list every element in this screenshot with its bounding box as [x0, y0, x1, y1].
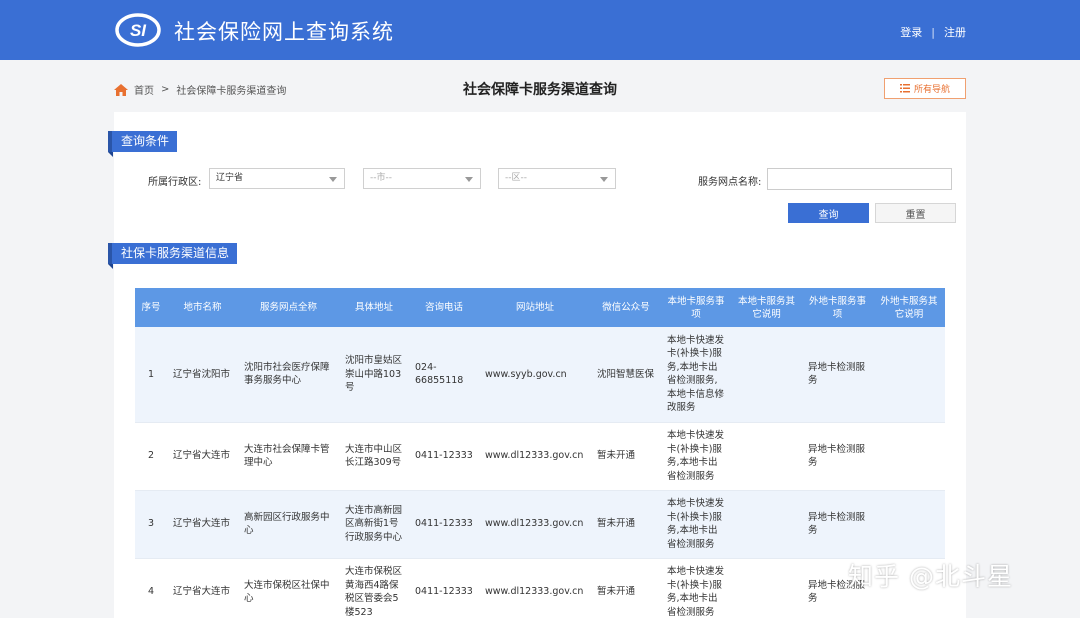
district-select[interactable]: --区-- — [498, 168, 616, 189]
cell-index: 2 — [135, 422, 167, 491]
col-header: 本地卡服务事项 — [661, 288, 731, 327]
auth-separator: | — [931, 26, 935, 39]
all-navigation-label: 所有导航 — [913, 85, 950, 95]
cell-website[interactable]: www.dl12333.gov.cn — [479, 422, 591, 491]
cell-address: 大连市高新园区高新街1号行政服务中心 — [339, 490, 409, 559]
login-link[interactable]: 登录 — [900, 26, 922, 39]
cell-wechat: 暂未开通 — [591, 422, 661, 491]
cell-local-services: 本地卡快速发卡(补换卡)服务,本地卡出省检测服务 — [661, 558, 731, 618]
table-row: 4 辽宁省大连市 大连市保税区社保中心 大连市保税区黄海西4路保税区管委会5楼5… — [135, 558, 945, 618]
cell-city: 辽宁省大连市 — [167, 558, 238, 618]
col-header: 微信公众号 — [591, 288, 661, 327]
col-header: 序号 — [135, 288, 167, 327]
cell-local-notes — [731, 422, 802, 491]
cell-index: 4 — [135, 558, 167, 618]
cell-city: 辽宁省沈阳市 — [167, 327, 238, 423]
table-header-row: 序号 地市名称 服务网点全称 具体地址 咨询电话 网站地址 微信公众号 本地卡服… — [135, 288, 945, 327]
cell-phone: 0411-12333 — [409, 558, 479, 618]
table-row: 1 辽宁省沈阳市 沈阳市社会医疗保障事务服务中心 沈阳市皇姑区崇山中路103号 … — [135, 327, 945, 423]
cell-index: 3 — [135, 490, 167, 559]
outlet-name-input[interactable] — [767, 168, 952, 190]
province-value: 辽宁省 — [216, 173, 244, 183]
cell-outlet: 高新园区行政服务中心 — [238, 490, 339, 559]
cell-index: 1 — [135, 327, 167, 423]
table-row: 2 辽宁省大连市 大连市社会保障卡管理中心 大连市中山区长江路309号 0411… — [135, 422, 945, 491]
cell-remote-notes — [873, 327, 945, 423]
results-section-tag: 社保卡服务渠道信息 — [108, 243, 238, 264]
cell-city: 辽宁省大连市 — [167, 422, 238, 491]
cell-local-notes — [731, 327, 802, 423]
reset-button[interactable]: 重置 — [875, 203, 956, 223]
cell-phone: 0411-12333 — [409, 422, 479, 491]
col-header: 服务网点全称 — [238, 288, 339, 327]
query-button[interactable]: 查询 — [788, 203, 869, 223]
province-select[interactable]: 辽宁省 — [209, 168, 345, 189]
cell-address: 沈阳市皇姑区崇山中路103号 — [339, 327, 409, 423]
col-header: 具体地址 — [339, 288, 409, 327]
query-section-tag: 查询条件 — [108, 131, 178, 152]
table-row: 3 辽宁省大连市 高新园区行政服务中心 大连市高新园区高新街1号行政服务中心 0… — [135, 490, 945, 559]
app-title: 社会保险网上查询系统 — [174, 20, 394, 44]
cell-wechat: 暂未开通 — [591, 558, 661, 618]
top-bar: SI 社会保险网上查询系统 登录 | 注册 — [0, 0, 1080, 60]
col-header: 咨询电话 — [409, 288, 479, 327]
cell-address: 大连市保税区黄海西4路保税区管委会5楼523 — [339, 558, 409, 618]
col-header: 本地卡服务其它说明 — [731, 288, 802, 327]
cell-local-services: 本地卡快速发卡(补换卡)服务,本地卡出省检测服务,本地卡信息修改服务 — [661, 327, 731, 423]
cell-outlet: 沈阳市社会医疗保障事务服务中心 — [238, 327, 339, 423]
city-select[interactable]: --市-- — [363, 168, 481, 189]
all-navigation-button[interactable]: 所有导航 — [884, 78, 966, 99]
cell-remote-services: 异地卡检测服务 — [802, 327, 873, 423]
watermark: 知乎 @北斗星 — [848, 562, 1013, 591]
cell-remote-notes — [873, 490, 945, 559]
list-icon — [899, 84, 910, 93]
auth-links: 登录 | 注册 — [900, 24, 966, 40]
cell-phone: 024-66855118 — [409, 327, 479, 423]
col-header: 网站地址 — [479, 288, 591, 327]
col-header: 地市名称 — [167, 288, 238, 327]
cell-local-services: 本地卡快速发卡(补换卡)服务,本地卡出省检测服务 — [661, 422, 731, 491]
cell-wechat: 暂未开通 — [591, 490, 661, 559]
city-placeholder: --市-- — [370, 173, 392, 183]
chevron-down-icon — [600, 177, 608, 182]
chevron-down-icon — [465, 177, 473, 182]
cell-local-notes — [731, 490, 802, 559]
social-insurance-logo: SI — [115, 13, 161, 47]
cell-address: 大连市中山区长江路309号 — [339, 422, 409, 491]
cell-city: 辽宁省大连市 — [167, 490, 238, 559]
cell-website[interactable]: www.dl12333.gov.cn — [479, 558, 591, 618]
svg-text:SI: SI — [130, 21, 147, 40]
service-channel-table: 序号 地市名称 服务网点全称 具体地址 咨询电话 网站地址 微信公众号 本地卡服… — [135, 288, 945, 618]
cell-remote-notes — [873, 422, 945, 491]
outlet-name-label: 服务网点名称: — [698, 177, 762, 188]
register-link[interactable]: 注册 — [944, 26, 966, 39]
chevron-down-icon — [329, 177, 337, 182]
col-header: 外地卡服务事项 — [802, 288, 873, 327]
cell-local-services: 本地卡快速发卡(补换卡)服务,本地卡出省检测服务 — [661, 490, 731, 559]
cell-website[interactable]: www.syyb.gov.cn — [479, 327, 591, 423]
cell-outlet: 大连市保税区社保中心 — [238, 558, 339, 618]
cell-local-notes — [731, 558, 802, 618]
col-header: 外地卡服务其它说明 — [873, 288, 945, 327]
cell-remote-services: 异地卡检测服务 — [802, 422, 873, 491]
cell-outlet: 大连市社会保障卡管理中心 — [238, 422, 339, 491]
cell-wechat: 沈阳智慧医保 — [591, 327, 661, 423]
region-label: 所属行政区: — [148, 177, 202, 188]
cell-website[interactable]: www.dl12333.gov.cn — [479, 490, 591, 559]
cell-remote-services: 异地卡检测服务 — [802, 490, 873, 559]
cell-phone: 0411-12333 — [409, 490, 479, 559]
district-placeholder: --区-- — [505, 173, 527, 183]
